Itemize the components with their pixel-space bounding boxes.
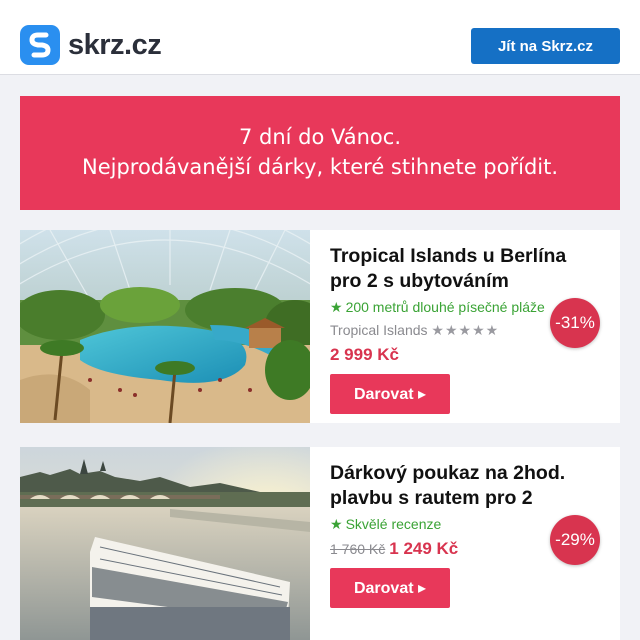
star-icon: ★ [330, 299, 343, 315]
banner-line-1: 7 dní do Vánoc. [238, 125, 402, 149]
provider-line: Tropical Islands ★★★★★ [330, 322, 580, 339]
original-price: 1 760 Kč [330, 541, 386, 557]
go-to-skrz-button[interactable]: Jít na Skrz.cz [471, 28, 620, 64]
banner-line-2: Nejprodávanější dárky, které stihnete po… [81, 155, 559, 179]
skrz-s-logo-icon [20, 25, 60, 65]
discount-badge: -29% [550, 515, 600, 565]
product-title[interactable]: Tropical Islands u Berlína pro 2 s ubyto… [330, 244, 580, 294]
tropical-islands-photo[interactable] [20, 230, 310, 423]
cruise-photo[interactable] [20, 447, 310, 640]
product-price: 2 999 Kč [330, 345, 399, 364]
skrz-logo[interactable]: skrz.cz [20, 25, 162, 65]
product-card-cruise[interactable]: Dárkový poukaz na 2hod. plavbu s rautem … [20, 447, 620, 640]
provider-name: Tropical Islands [330, 322, 428, 338]
darovat-button[interactable]: Darovat ▸ [330, 374, 450, 414]
sale-price: 1 249 Kč [389, 539, 459, 558]
product-info: Tropical Islands u Berlína pro 2 s ubyto… [330, 244, 580, 414]
brand-name: skrz.cz [68, 28, 162, 61]
rating-stars-icon: ★★★★★ [431, 322, 500, 338]
star-icon: ★ [330, 516, 343, 532]
christmas-banner[interactable]: 7 dní do Vánoc. Nejprodávanější dárky, k… [20, 96, 620, 210]
product-card-tropical-islands[interactable]: Tropical Islands u Berlína pro 2 s ubyto… [20, 230, 620, 423]
darovat-button[interactable]: Darovat ▸ [330, 568, 450, 608]
feature-text: 200 metrů dlouhé písečné pláže [345, 299, 545, 315]
product-price: 1 760 Kč 1 249 Kč [330, 539, 580, 559]
top-header: skrz.cz Jít na Skrz.cz [0, 0, 640, 75]
product-feature: ★ Skvělé recenze [330, 516, 580, 533]
product-info: Dárkový poukaz na 2hod. plavbu s rautem … [330, 461, 580, 608]
feature-text: Skvělé recenze [345, 516, 442, 532]
product-feature: ★ 200 metrů dlouhé písečné pláže [330, 299, 580, 316]
discount-badge: -31% [550, 298, 600, 348]
product-title[interactable]: Dárkový poukaz na 2hod. plavbu s rautem … [330, 461, 580, 511]
